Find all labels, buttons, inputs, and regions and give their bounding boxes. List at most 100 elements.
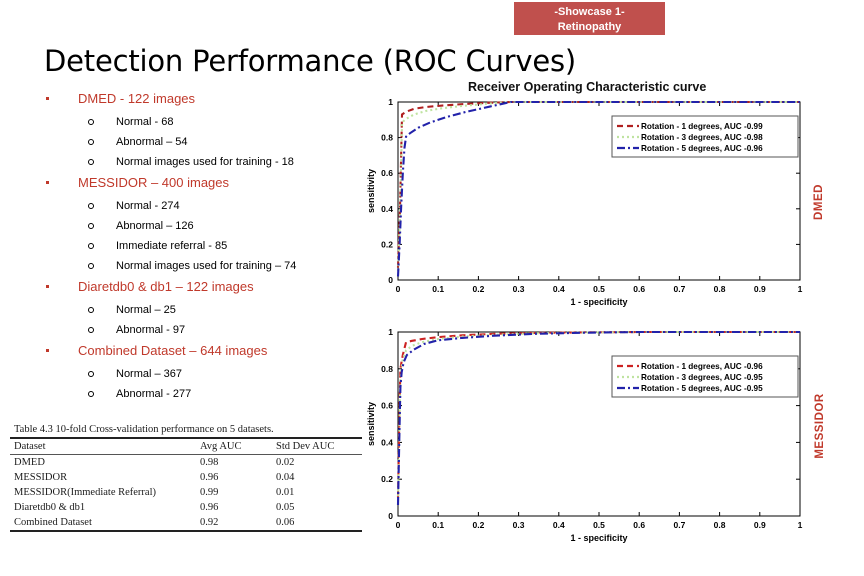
side-label-dmed: DMED	[813, 184, 825, 220]
table-cell: MESSIDOR(Immediate Referral)	[14, 487, 157, 498]
roc-chart-dmed: 0 0.1 0.2 0.3 0.4 0.5 0.6 0.7 0.8 0.9 1 0 0.2 0.4 0.6 0…	[360, 86, 812, 318]
table-header-row: Dataset Avg AUC Std Dev AUC	[10, 437, 362, 455]
bullet-level1-label: DMED - 122 images	[78, 91, 196, 106]
bullet-level1-label: MESSIDOR – 400 images	[78, 175, 230, 190]
legend-label-1: Rotation - 1 degrees, AUC -0.96	[641, 362, 763, 371]
bullet-circle-icon	[88, 223, 94, 229]
x-tick-label: 0.9	[754, 520, 766, 530]
y-tick-label: 0	[388, 275, 393, 285]
x-tick-label: 1	[798, 284, 803, 294]
bullet-level1: MESSIDOR – 400 images	[34, 172, 384, 194]
y-tick-label: 0.6	[381, 401, 393, 411]
bullet-level2-label: Normal – 367	[116, 368, 183, 380]
y-tick-label: 1	[388, 327, 393, 337]
table-row: DMED 0.98 0.02	[10, 455, 362, 471]
y-tick-label: 0.8	[381, 133, 393, 143]
chart-legend: Rotation - 1 degrees, AUC -0.96 Rotation …	[611, 355, 799, 398]
x-tick-label: 0.5	[593, 520, 605, 530]
bullet-level2: Abnormal - 277	[34, 384, 384, 404]
bullet-level2-label: Normal – 25	[116, 304, 176, 316]
x-tick-label: 0.9	[754, 284, 766, 294]
bullet-level2: Normal – 25	[34, 300, 384, 320]
x-tick-label: 0.2	[472, 284, 484, 294]
x-tick-label: 0.2	[472, 520, 484, 530]
bullet-level2: Immediate referral - 85	[34, 236, 384, 256]
bullet-level2-label: Normal images used for training – 74	[116, 260, 297, 272]
bullet-level2-label: Abnormal – 54	[116, 136, 188, 148]
legend-label-2: Rotation - 3 degrees, AUC -0.95	[641, 373, 763, 382]
table-cell: 0.92	[196, 515, 272, 532]
x-tick-label: 0.5	[593, 284, 605, 294]
results-table-block: Table 4.3 10-fold Cross-validation perfo…	[10, 424, 362, 532]
table-cell: 0.96	[200, 472, 219, 483]
table-cell: 0.02	[276, 457, 295, 468]
bullet-circle-icon	[88, 243, 94, 249]
y-tick-label: 0.4	[381, 204, 393, 214]
bullet-circle-icon	[88, 391, 94, 397]
table-cell: 0.01	[276, 487, 295, 498]
table-row: Diaretdb0 & db1 0.96 0.05	[10, 500, 362, 515]
showcase-banner: -Showcase 1- Retinopathy	[514, 2, 665, 35]
bullet-circle-icon	[88, 307, 94, 313]
bullet-level2: Abnormal – 54	[34, 132, 384, 152]
x-tick-label: 0	[396, 284, 401, 294]
table-cell: 0.99	[200, 487, 219, 498]
legend-label-3: Rotation - 5 degrees, AUC -0.95	[641, 384, 763, 393]
page-title: Detection Performance (ROC Curves)	[44, 44, 577, 78]
x-tick-label: 0.8	[714, 284, 726, 294]
table-cell: Diaretdb0 & db1	[14, 502, 86, 513]
bullet-level2: Normal images used for training - 18	[34, 152, 384, 172]
x-tick-label: 0.8	[714, 520, 726, 530]
bullet-level2-label: Normal - 68	[116, 116, 174, 128]
bullet-level1: Combined Dataset – 644 images	[34, 340, 384, 362]
showcase-banner-line2: Retinopathy	[557, 21, 622, 33]
bullet-square-icon	[46, 97, 49, 100]
table-row: MESSIDOR 0.96 0.04	[10, 470, 362, 485]
legend-label-2: Rotation - 3 degrees, AUC -0.98	[641, 133, 763, 142]
bullet-square-icon	[46, 349, 49, 352]
bullet-circle-icon	[88, 203, 94, 209]
table-cell: 0.04	[276, 472, 295, 483]
bullet-level2-label: Normal images used for training - 18	[116, 156, 294, 168]
bullet-level2: Abnormal – 126	[34, 216, 384, 236]
x-tick-label: 1	[798, 520, 803, 530]
bullet-level2-label: Abnormal - 97	[116, 324, 186, 336]
table-row: MESSIDOR(Immediate Referral) 0.99 0.01	[10, 485, 362, 500]
bullet-circle-icon	[88, 119, 94, 125]
x-tick-label: 0.4	[553, 520, 565, 530]
bullet-circle-icon	[88, 159, 94, 165]
bullet-circle-icon	[88, 371, 94, 377]
bullet-circle-icon	[88, 263, 94, 269]
table-header-std-dev-auc: Std Dev AUC	[272, 437, 362, 455]
bullet-square-icon	[46, 181, 49, 184]
x-tick-label: 0.3	[513, 520, 525, 530]
table-cell: 0.06	[272, 515, 362, 532]
bullet-square-icon	[46, 285, 49, 288]
dataset-bullet-list: DMED - 122 images Normal - 68 Abnormal – 5…	[34, 88, 384, 404]
table-cell: 0.05	[276, 502, 295, 513]
bullet-level2: Abnormal - 97	[34, 320, 384, 340]
x-axis-label: 1 - specificity	[570, 297, 627, 307]
results-table-caption: Table 4.3 10-fold Cross-validation perfo…	[14, 424, 274, 435]
bullet-level1: DMED - 122 images	[34, 88, 384, 110]
roc-chart-messidor: 0 0.1 0.2 0.3 0.4 0.5 0.6 0.7 0.8 0.9 1 0 0.2 0.4 0.6 0…	[360, 316, 812, 564]
y-tick-label: 0.2	[381, 239, 393, 249]
bullet-level2: Normal – 367	[34, 364, 384, 384]
y-axis-label: sensitivity	[366, 402, 376, 446]
results-table: Dataset Avg AUC Std Dev AUC DMED 0.98 0.02…	[10, 437, 362, 532]
bullet-level1-label: Diaretdb0 & db1 – 122 images	[78, 279, 254, 294]
y-tick-label: 0.6	[381, 168, 393, 178]
table-cell: 0.98	[200, 457, 219, 468]
x-tick-label: 0.6	[633, 284, 645, 294]
x-tick-label: 0	[396, 520, 401, 530]
y-tick-label: 1	[388, 97, 393, 107]
y-tick-label: 0.2	[381, 474, 393, 484]
x-tick-label: 0.6	[633, 520, 645, 530]
legend-label-1: Rotation - 1 degrees, AUC -0.99	[641, 122, 763, 131]
table-cell: MESSIDOR	[14, 472, 68, 483]
bullet-level2-label: Abnormal - 277	[116, 388, 192, 400]
y-tick-label: 0	[388, 511, 393, 521]
legend-label-3: Rotation - 5 degrees, AUC -0.96	[641, 144, 763, 153]
side-label-messidor: MESSIDOR	[814, 393, 826, 459]
bullet-level2: Normal images used for training – 74	[34, 256, 384, 276]
